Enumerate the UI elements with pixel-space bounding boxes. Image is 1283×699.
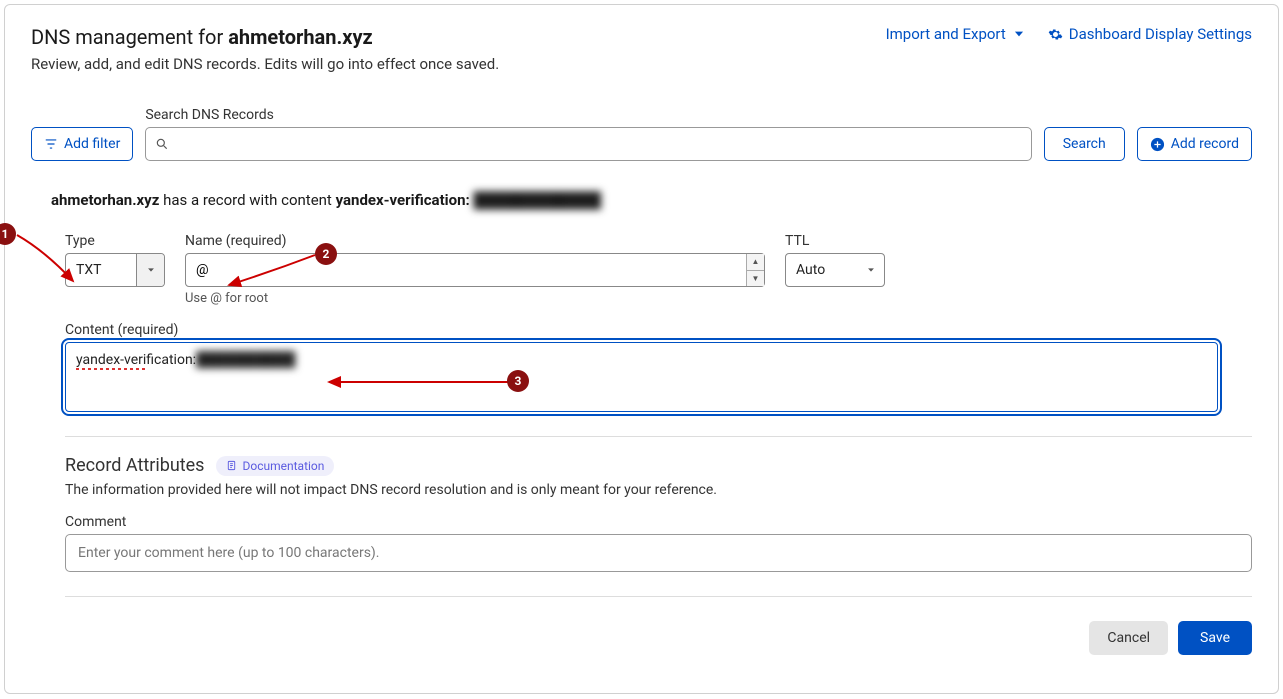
- record-status-line: ahmetorhan.xyz has a record with content…: [51, 191, 1252, 209]
- display-settings-link[interactable]: Dashboard Display Settings: [1048, 25, 1252, 43]
- name-helper: Use @ for root: [185, 291, 765, 306]
- ttl-value: Auto: [796, 262, 825, 278]
- add-record-button[interactable]: Add record: [1137, 127, 1252, 161]
- section-divider: [65, 436, 1252, 437]
- annotation-marker-3: 3: [507, 370, 529, 392]
- type-dropdown-toggle[interactable]: [136, 254, 164, 286]
- content-masked-value: ██████████: [196, 352, 295, 368]
- search-input-wrap: [145, 127, 1031, 161]
- spinner-up-icon[interactable]: ▲: [746, 254, 764, 271]
- ttl-field: TTL Auto: [785, 233, 885, 306]
- name-label: Name (required): [185, 233, 765, 249]
- comment-field: Comment: [65, 514, 1252, 572]
- filter-icon: [44, 137, 58, 151]
- cancel-label: Cancel: [1107, 630, 1150, 646]
- record-form-row: Type TXT Name (required) ▲ ▼ Use @ for r…: [65, 233, 1252, 306]
- documentation-label: Documentation: [242, 459, 324, 473]
- add-filter-button[interactable]: Add filter: [31, 127, 133, 161]
- name-field: Name (required) ▲ ▼ Use @ for root: [185, 233, 765, 306]
- add-record-label: Add record: [1171, 136, 1239, 152]
- search-icon: [155, 137, 169, 151]
- save-label: Save: [1200, 630, 1230, 646]
- search-label: Search DNS Records: [145, 107, 1031, 123]
- header-text-block: DNS management for ahmetorhan.xyz Review…: [31, 25, 499, 73]
- content-field: Content (required) yandex-verification: …: [65, 322, 1252, 412]
- status-masked-value: ████████████: [473, 191, 601, 209]
- name-input-wrap: ▲ ▼: [185, 253, 765, 287]
- title-domain: ahmetorhan.xyz: [228, 25, 373, 49]
- type-value: TXT: [66, 254, 136, 286]
- type-select[interactable]: TXT: [65, 253, 165, 287]
- header-actions: Import and Export Dashboard Display Sett…: [886, 25, 1252, 43]
- search-group: Search DNS Records: [145, 107, 1031, 161]
- dns-panel: DNS management for ahmetorhan.xyz Review…: [4, 4, 1279, 694]
- add-filter-label: Add filter: [64, 136, 120, 152]
- ttl-select[interactable]: Auto: [785, 253, 885, 287]
- section-divider: [65, 596, 1252, 597]
- name-input[interactable]: [185, 253, 765, 287]
- save-button[interactable]: Save: [1178, 621, 1252, 655]
- name-spinner[interactable]: ▲ ▼: [746, 254, 764, 286]
- page-title: DNS management for ahmetorhan.xyz: [31, 25, 499, 49]
- search-button[interactable]: Search: [1044, 127, 1125, 161]
- comment-input[interactable]: [65, 534, 1252, 572]
- display-settings-label: Dashboard Display Settings: [1069, 25, 1252, 43]
- comment-label: Comment: [65, 514, 1252, 530]
- ttl-label: TTL: [785, 233, 885, 249]
- search-button-label: Search: [1063, 136, 1106, 152]
- documentation-link[interactable]: Documentation: [216, 456, 334, 476]
- attributes-header: Record Attributes Documentation: [65, 455, 1252, 476]
- filter-toolbar: Add filter Search DNS Records Search Add…: [31, 107, 1252, 161]
- title-prefix: DNS management for: [31, 25, 228, 49]
- import-export-link[interactable]: Import and Export: [886, 25, 1026, 43]
- search-input[interactable]: [145, 127, 1031, 161]
- attributes-title: Record Attributes: [65, 455, 204, 476]
- caret-down-icon: [866, 265, 876, 275]
- plus-circle-icon: [1150, 137, 1165, 152]
- content-prefix: yandex-verification:: [76, 352, 196, 368]
- cancel-button[interactable]: Cancel: [1089, 621, 1168, 655]
- type-label: Type: [65, 233, 165, 249]
- annotation-marker-2: 2: [315, 243, 337, 265]
- caret-down-icon: [1012, 27, 1026, 41]
- footer-actions: Cancel Save: [31, 621, 1252, 655]
- page-subtitle: Review, add, and edit DNS records. Edits…: [31, 55, 499, 73]
- annotation-marker-1: 1: [0, 223, 16, 245]
- gear-icon: [1048, 27, 1063, 42]
- attributes-description: The information provided here will not i…: [65, 482, 1252, 498]
- document-icon: [226, 460, 237, 471]
- type-field: Type TXT: [65, 233, 165, 306]
- import-export-label: Import and Export: [886, 25, 1006, 43]
- spinner-down-icon[interactable]: ▼: [746, 271, 764, 287]
- caret-down-icon: [146, 265, 156, 275]
- status-mid: has a record with content: [159, 191, 335, 209]
- panel-header: DNS management for ahmetorhan.xyz Review…: [31, 25, 1252, 73]
- content-label: Content (required): [65, 322, 1252, 338]
- record-attributes-section: Record Attributes Documentation The info…: [65, 455, 1252, 572]
- content-textarea[interactable]: yandex-verification: ██████████: [65, 342, 1218, 412]
- status-content-label: yandex-verification:: [336, 191, 470, 209]
- status-domain: ahmetorhan.xyz: [51, 191, 159, 209]
